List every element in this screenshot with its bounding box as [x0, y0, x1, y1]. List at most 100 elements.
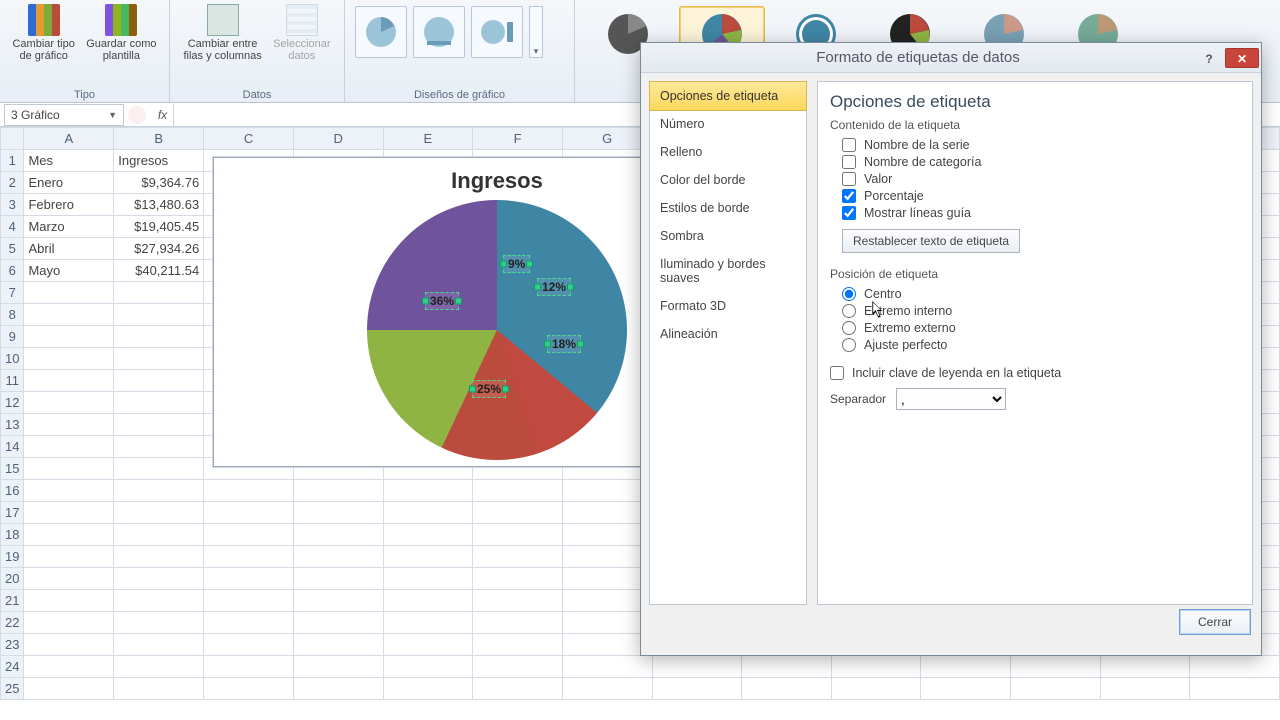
sidebar-item[interactable]: Alineación — [650, 320, 806, 348]
col-header[interactable]: B — [114, 128, 204, 150]
name-box[interactable]: 3 Gráfico ▼ — [4, 104, 124, 126]
radio-input[interactable] — [842, 304, 856, 318]
dialog-titlebar[interactable]: Formato de etiquetas de datos ? ✕ — [641, 43, 1261, 73]
legend-key-checkbox[interactable]: Incluir clave de leyenda en la etiqueta — [830, 366, 1240, 380]
cell[interactable] — [24, 326, 114, 348]
position-radio[interactable]: Ajuste perfecto — [842, 338, 1240, 352]
cell[interactable] — [24, 304, 114, 326]
row-header[interactable]: 9 — [1, 326, 24, 348]
cell[interactable] — [24, 634, 114, 656]
cell[interactable] — [24, 348, 114, 370]
row-header[interactable]: 12 — [1, 392, 24, 414]
cell[interactable] — [24, 590, 114, 612]
col-header[interactable]: F — [473, 128, 563, 150]
cell[interactable] — [114, 414, 204, 436]
row-header[interactable]: 8 — [1, 304, 24, 326]
sidebar-item[interactable]: Iluminado y bordes suaves — [650, 250, 806, 292]
cell[interactable] — [114, 612, 204, 634]
cell[interactable] — [114, 348, 204, 370]
cell[interactable] — [114, 282, 204, 304]
cell[interactable]: $19,405.45 — [114, 216, 204, 238]
content-checkbox[interactable]: Nombre de la serie — [842, 138, 1240, 152]
row-header[interactable]: 13 — [1, 414, 24, 436]
col-header[interactable]: G — [562, 128, 652, 150]
radio-input[interactable] — [842, 287, 856, 301]
row-header[interactable]: 7 — [1, 282, 24, 304]
cell[interactable] — [24, 568, 114, 590]
row-header[interactable]: 5 — [1, 238, 24, 260]
chart-layouts-gallery[interactable]: ▾ — [351, 2, 568, 62]
cell[interactable] — [114, 458, 204, 480]
layout-option-3[interactable] — [471, 6, 523, 58]
sidebar-item[interactable]: Formato 3D — [650, 292, 806, 320]
col-header[interactable]: C — [204, 128, 294, 150]
switch-rowcol-button[interactable]: Cambiar entre filas y columnas — [179, 2, 265, 64]
data-label[interactable]: 12% — [537, 278, 571, 296]
data-label[interactable]: 18% — [547, 335, 581, 353]
row-header[interactable]: 1 — [1, 150, 24, 172]
pie-plot-area[interactable]: 36% 9% 12% 18% 25% — [367, 200, 627, 460]
select-data-button[interactable]: Seleccionar datos — [269, 2, 334, 64]
reset-label-text-button[interactable]: Restablecer texto de etiqueta — [842, 229, 1020, 253]
cell[interactable] — [24, 612, 114, 634]
position-radio[interactable]: Centro — [842, 287, 1240, 301]
row-header[interactable]: 18 — [1, 524, 24, 546]
cell[interactable] — [24, 502, 114, 524]
cell[interactable] — [114, 568, 204, 590]
position-radio[interactable]: Extremo interno — [842, 304, 1240, 318]
row-header[interactable]: 15 — [1, 458, 24, 480]
cell[interactable] — [24, 656, 114, 678]
cell[interactable]: Mayo — [24, 260, 114, 282]
row-header[interactable]: 11 — [1, 370, 24, 392]
row-header[interactable]: 24 — [1, 656, 24, 678]
content-checkbox[interactable]: Nombre de categoría — [842, 155, 1240, 169]
radio-input[interactable] — [842, 321, 856, 335]
row-header[interactable]: 25 — [1, 678, 24, 700]
cell[interactable] — [114, 326, 204, 348]
cell[interactable]: $13,480.63 — [114, 194, 204, 216]
row-header[interactable]: 17 — [1, 502, 24, 524]
col-header[interactable]: E — [383, 128, 473, 150]
cell[interactable] — [24, 370, 114, 392]
checkbox-input[interactable] — [842, 155, 856, 169]
cell[interactable] — [114, 678, 204, 700]
dialog-help-button[interactable]: ? — [1195, 48, 1223, 68]
row-header[interactable]: 16 — [1, 480, 24, 502]
row-header[interactable]: 2 — [1, 172, 24, 194]
row-header[interactable]: 21 — [1, 590, 24, 612]
fx-label[interactable]: fx — [152, 104, 174, 126]
data-label[interactable]: 9% — [503, 255, 530, 273]
content-checkbox[interactable]: Porcentaje — [842, 189, 1240, 203]
cell[interactable]: Marzo — [24, 216, 114, 238]
cell[interactable] — [114, 304, 204, 326]
checkbox-input[interactable] — [842, 206, 856, 220]
sidebar-item[interactable]: Relleno — [650, 138, 806, 166]
cell[interactable] — [114, 480, 204, 502]
cell[interactable] — [114, 370, 204, 392]
layout-option-1[interactable] — [355, 6, 407, 58]
cell[interactable] — [24, 546, 114, 568]
gallery-more-button[interactable]: ▾ — [529, 6, 543, 58]
row-header[interactable]: 23 — [1, 634, 24, 656]
cell[interactable] — [114, 392, 204, 414]
cell[interactable] — [24, 414, 114, 436]
cell[interactable]: Enero — [24, 172, 114, 194]
row-header[interactable]: 10 — [1, 348, 24, 370]
sidebar-item[interactable]: Estilos de borde — [650, 194, 806, 222]
row-header[interactable]: 20 — [1, 568, 24, 590]
checkbox-input[interactable] — [842, 189, 856, 203]
cell[interactable] — [114, 590, 204, 612]
position-radio[interactable]: Extremo externo — [842, 321, 1240, 335]
sidebar-item[interactable]: Color del borde — [650, 166, 806, 194]
row-header[interactable]: 6 — [1, 260, 24, 282]
content-checkbox[interactable]: Mostrar líneas guía — [842, 206, 1240, 220]
data-label[interactable]: 25% — [472, 380, 506, 398]
sidebar-item[interactable]: Opciones de etiqueta — [649, 81, 807, 111]
save-template-button[interactable]: Guardar como plantilla — [82, 2, 160, 64]
checkbox-input[interactable] — [830, 366, 844, 380]
sidebar-item[interactable]: Sombra — [650, 222, 806, 250]
cell[interactable]: Mes — [24, 150, 114, 172]
col-header[interactable]: A — [24, 128, 114, 150]
cell[interactable] — [114, 656, 204, 678]
pie-series[interactable] — [367, 200, 627, 460]
